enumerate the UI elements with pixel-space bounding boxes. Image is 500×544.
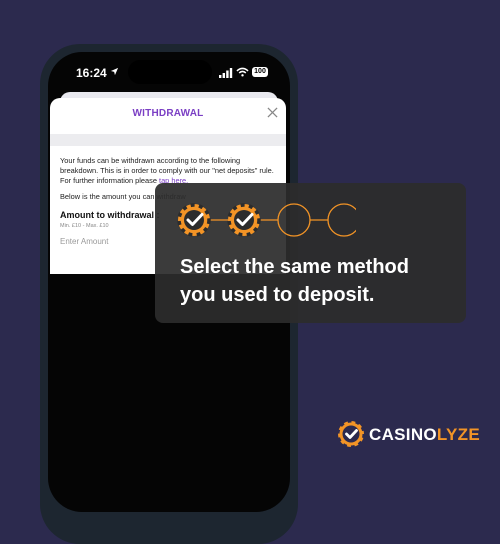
brand-name-part1: CASINO [369, 425, 437, 444]
withdrawal-info-text: Your funds can be withdrawn according to… [60, 156, 278, 186]
amount-range: Min. £10 - Max. £10 [60, 223, 109, 229]
sheet-title: WITHDRAWAL [132, 108, 204, 119]
signal-icon [219, 68, 233, 78]
step-pending-icon [277, 203, 311, 237]
brand-name: CASINOLYZE [369, 425, 480, 445]
instruction-card: Select the same method you used to depos… [155, 183, 466, 323]
instruction-text: Select the same method you used to depos… [180, 253, 460, 309]
step-complete-icon [177, 203, 211, 237]
instruction-line-2: you used to deposit. [180, 284, 375, 306]
dynamic-island [128, 60, 212, 84]
location-arrow-icon [110, 67, 119, 76]
wifi-icon [236, 67, 249, 77]
instruction-line-1: Select the same method [180, 256, 409, 278]
step-pending-icon [327, 203, 356, 237]
step-progress [177, 203, 356, 237]
close-icon[interactable] [267, 107, 278, 118]
amount-label: Amount to withdrawal : [60, 210, 160, 220]
sheet-divider [50, 134, 286, 146]
status-time: 16:24 [76, 66, 107, 80]
step-complete-icon [227, 203, 261, 237]
status-bar: 16:24 100 [48, 52, 290, 92]
brand-name-part2: LYZE [436, 425, 481, 444]
amount-input[interactable] [60, 234, 160, 248]
chip-check-icon [336, 419, 366, 449]
battery-icon: 100 [252, 67, 268, 77]
